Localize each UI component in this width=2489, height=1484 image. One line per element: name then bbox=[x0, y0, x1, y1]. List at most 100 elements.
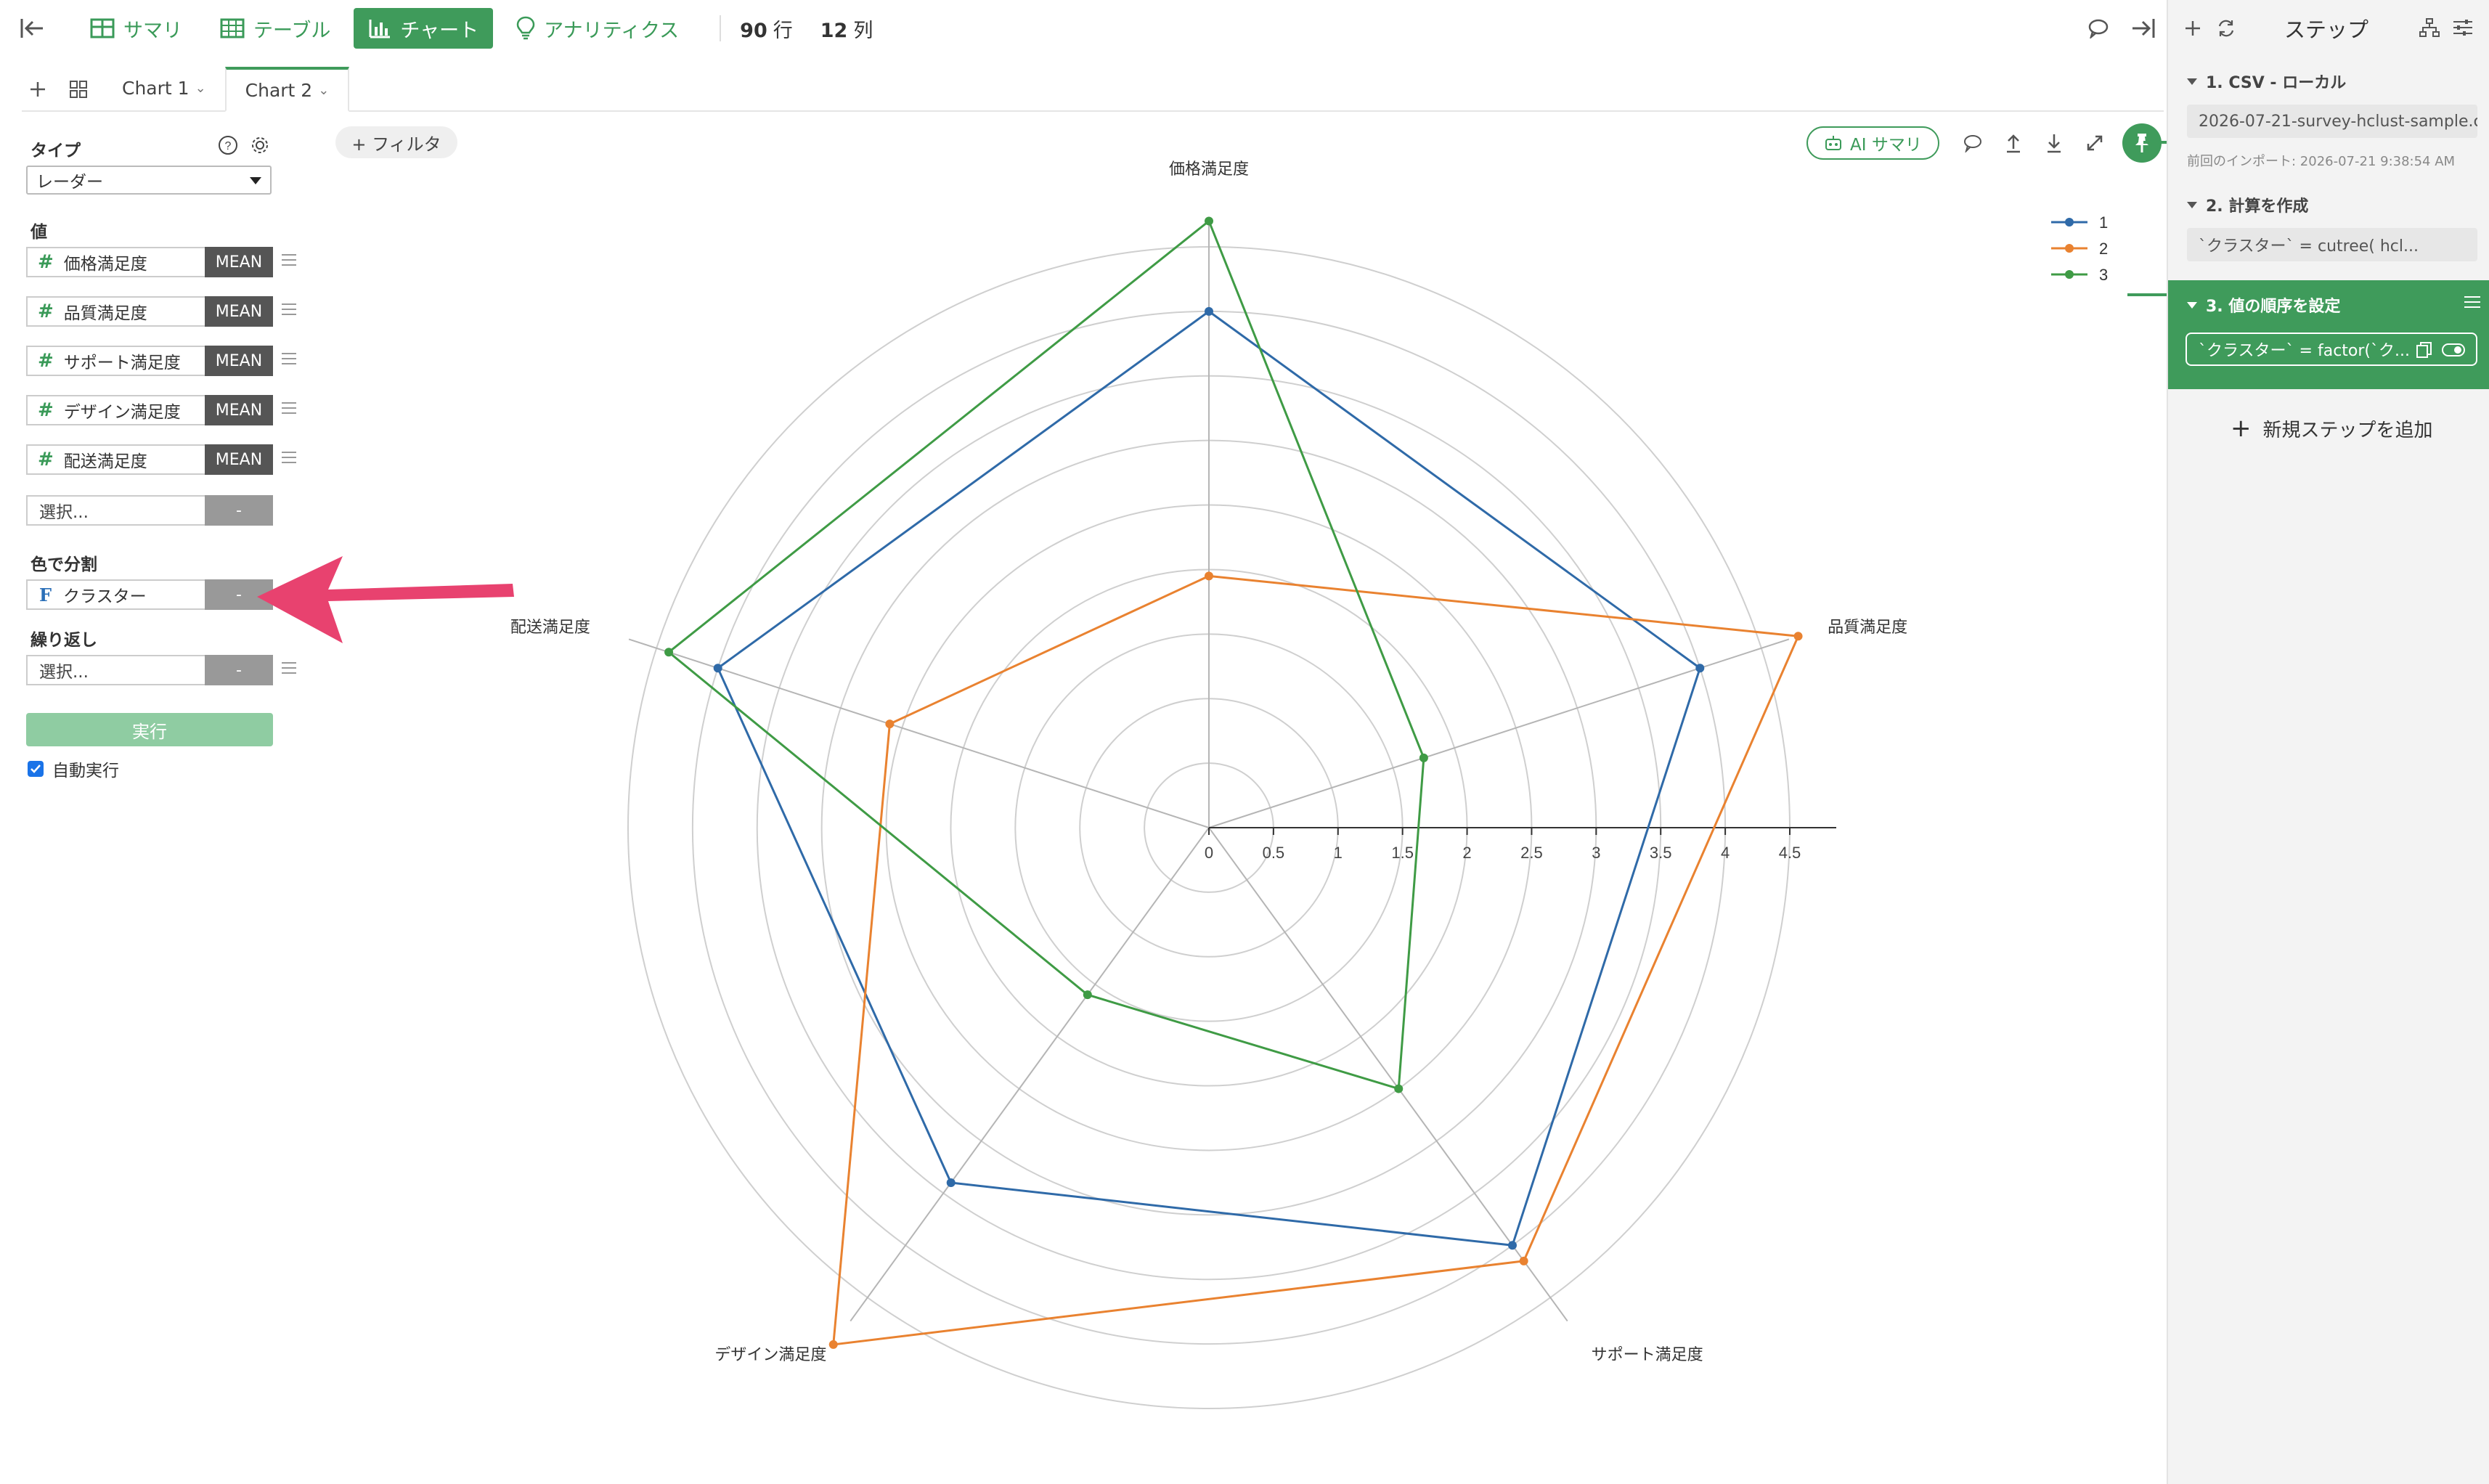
series-point bbox=[1205, 571, 1213, 581]
step-3-active[interactable]: 3. 値の順序を設定 `クラスター` = factor(`ク... bbox=[2168, 280, 2489, 389]
drag-handle-icon[interactable] bbox=[282, 402, 296, 418]
aggregation-button[interactable]: MEAN bbox=[205, 346, 273, 376]
aggregation-button[interactable]: MEAN bbox=[205, 247, 273, 277]
toggle-icon[interactable] bbox=[2441, 342, 2466, 358]
value-field[interactable]: # 価格満足度 bbox=[26, 247, 205, 277]
value-add-row[interactable]: 選択... - bbox=[26, 495, 302, 526]
value-select[interactable]: 選択... bbox=[26, 495, 205, 526]
radial-tick-label: 4 bbox=[1721, 844, 1730, 862]
numeric-icon: # bbox=[38, 301, 54, 322]
toolbar-divider bbox=[720, 15, 722, 41]
value-row[interactable]: # 品質満足度 MEAN bbox=[26, 296, 302, 327]
aggregation-button[interactable]: MEAN bbox=[205, 296, 273, 327]
dropdown-arrow-icon bbox=[250, 177, 261, 184]
drag-handle-icon[interactable] bbox=[282, 254, 296, 270]
collapse-triangle-icon[interactable] bbox=[2187, 201, 2197, 208]
tab-chart[interactable]: チャート bbox=[354, 8, 494, 49]
collapse-right-icon[interactable] bbox=[2127, 12, 2159, 44]
step-2-detail[interactable]: `クラスター` = cutree( hcl... bbox=[2187, 228, 2477, 261]
svg-text:?: ? bbox=[225, 140, 232, 152]
help-icon[interactable]: ? bbox=[218, 135, 238, 158]
expand-icon[interactable] bbox=[2079, 127, 2111, 159]
tab-table-label: テーブル bbox=[253, 19, 331, 42]
step-3-detail-text: `クラスター` = factor(`ク... bbox=[2199, 342, 2410, 360]
step-connector bbox=[2127, 141, 2171, 296]
color-split-field[interactable]: F クラスター bbox=[26, 579, 205, 610]
value-row[interactable]: # 配送満足度 MEAN bbox=[26, 444, 302, 475]
ai-summary-button[interactable]: AI サマリ bbox=[1806, 126, 1939, 160]
tab-analytics[interactable]: アナリティクス bbox=[502, 8, 693, 49]
add-step-label: 新規ステップを追加 bbox=[2262, 419, 2433, 441]
value-field[interactable]: # サポート満足度 bbox=[26, 346, 205, 376]
drag-handle-icon[interactable] bbox=[282, 303, 296, 319]
drag-handle-icon[interactable] bbox=[282, 353, 296, 369]
legend-label: 2 bbox=[2099, 240, 2108, 258]
repeat-row[interactable]: 選択... - bbox=[26, 655, 302, 685]
comment-icon[interactable] bbox=[1957, 127, 1989, 159]
plus-icon[interactable] bbox=[2178, 14, 2207, 43]
numeric-icon: # bbox=[38, 350, 54, 372]
refresh-icon[interactable] bbox=[2212, 14, 2241, 43]
value-row[interactable]: # デザイン満足度 MEAN bbox=[26, 395, 302, 425]
gear-icon[interactable] bbox=[250, 135, 270, 158]
step-1-detail[interactable]: 2026-07-21-survey-hclust-sample.c... bbox=[2187, 105, 2477, 138]
aggregation-button[interactable]: MEAN bbox=[205, 444, 273, 475]
chevron-down-icon[interactable]: ⌄ bbox=[195, 81, 206, 96]
collapse-left-icon[interactable] bbox=[17, 14, 46, 43]
collapse-triangle-icon[interactable] bbox=[2187, 301, 2197, 309]
download-icon[interactable] bbox=[2038, 127, 2070, 159]
checkbox-checked-icon[interactable] bbox=[28, 761, 44, 777]
value-field-label: 価格満足度 bbox=[63, 255, 147, 274]
comment-icon[interactable] bbox=[2082, 12, 2114, 44]
value-select-placeholder: 選択... bbox=[39, 503, 89, 522]
sliders-icon[interactable] bbox=[2448, 13, 2477, 42]
step-2-title: 2. 計算を作成 bbox=[2206, 197, 2309, 216]
run-button[interactable]: 実行 bbox=[26, 713, 273, 746]
tab-table[interactable]: テーブル bbox=[205, 8, 345, 49]
aggregation-button[interactable]: MEAN bbox=[205, 395, 273, 425]
repeat-select[interactable]: 選択... bbox=[26, 655, 205, 685]
step-3-detail[interactable]: `クラスター` = factor(`ク... bbox=[2185, 333, 2477, 366]
collapse-triangle-icon[interactable] bbox=[2187, 78, 2197, 85]
step-1-header[interactable]: 1. CSV - ローカル bbox=[2187, 70, 2346, 93]
chart-tabs: Chart 1 ⌄ Chart 2 ⌄ bbox=[22, 67, 2164, 112]
tab-chart-1-label: Chart 1 bbox=[122, 77, 190, 99]
auto-run-checkbox[interactable]: 自動実行 bbox=[28, 757, 119, 781]
step-3-header[interactable]: 3. 値の順序を設定 bbox=[2187, 293, 2340, 317]
tab-chart-2[interactable]: Chart 2 ⌄ bbox=[224, 67, 350, 112]
radial-tick-label: 3.5 bbox=[1650, 844, 1672, 862]
tab-summary[interactable]: サマリ bbox=[76, 8, 197, 49]
chevron-down-icon[interactable]: ⌄ bbox=[318, 83, 329, 98]
chart-toolbar: AI サマリ bbox=[1806, 122, 2162, 164]
drag-handle-icon[interactable] bbox=[282, 662, 296, 678]
drag-handle-icon[interactable] bbox=[282, 452, 296, 468]
add-chart-icon[interactable] bbox=[22, 68, 54, 110]
axis-label: 品質満足度 bbox=[1828, 619, 1907, 637]
value-field[interactable]: # 配送満足度 bbox=[26, 444, 205, 475]
tab-chart-1[interactable]: Chart 1 ⌄ bbox=[103, 65, 225, 110]
value-field[interactable]: # 品質満足度 bbox=[26, 296, 205, 327]
value-field[interactable]: # デザイン満足度 bbox=[26, 395, 205, 425]
series-point bbox=[1695, 664, 1705, 673]
hierarchy-icon[interactable] bbox=[2415, 13, 2444, 42]
value-row[interactable]: # サポート満足度 MEAN bbox=[26, 346, 302, 376]
add-step-button[interactable]: + 新規ステップを追加 bbox=[2231, 414, 2433, 443]
radial-tick-label: 2 bbox=[1462, 844, 1471, 862]
step-2-header[interactable]: 2. 計算を作成 bbox=[2187, 193, 2308, 216]
legend-label: 1 bbox=[2099, 213, 2108, 232]
tab-chart-2-label: Chart 2 bbox=[245, 79, 313, 101]
tab-summary-label: サマリ bbox=[123, 19, 182, 42]
repeat-option[interactable]: - bbox=[205, 655, 273, 685]
aggregation-button[interactable]: - bbox=[205, 495, 273, 526]
series-point bbox=[828, 1340, 838, 1349]
filter-button[interactable]: + フィルタ bbox=[335, 126, 457, 158]
chart-type-select[interactable]: レーダー bbox=[26, 166, 272, 195]
grid-view-icon[interactable] bbox=[62, 68, 94, 110]
type-label: タイプ bbox=[30, 142, 81, 160]
copy-icon[interactable] bbox=[2415, 341, 2434, 359]
value-row[interactable]: # 価格満足度 MEAN bbox=[26, 247, 302, 277]
upload-icon[interactable] bbox=[1997, 127, 2029, 159]
bar-chart-icon bbox=[369, 20, 391, 38]
menu-icon[interactable] bbox=[2464, 296, 2480, 311]
step-3-title: 3. 値の順序を設定 bbox=[2206, 298, 2341, 316]
